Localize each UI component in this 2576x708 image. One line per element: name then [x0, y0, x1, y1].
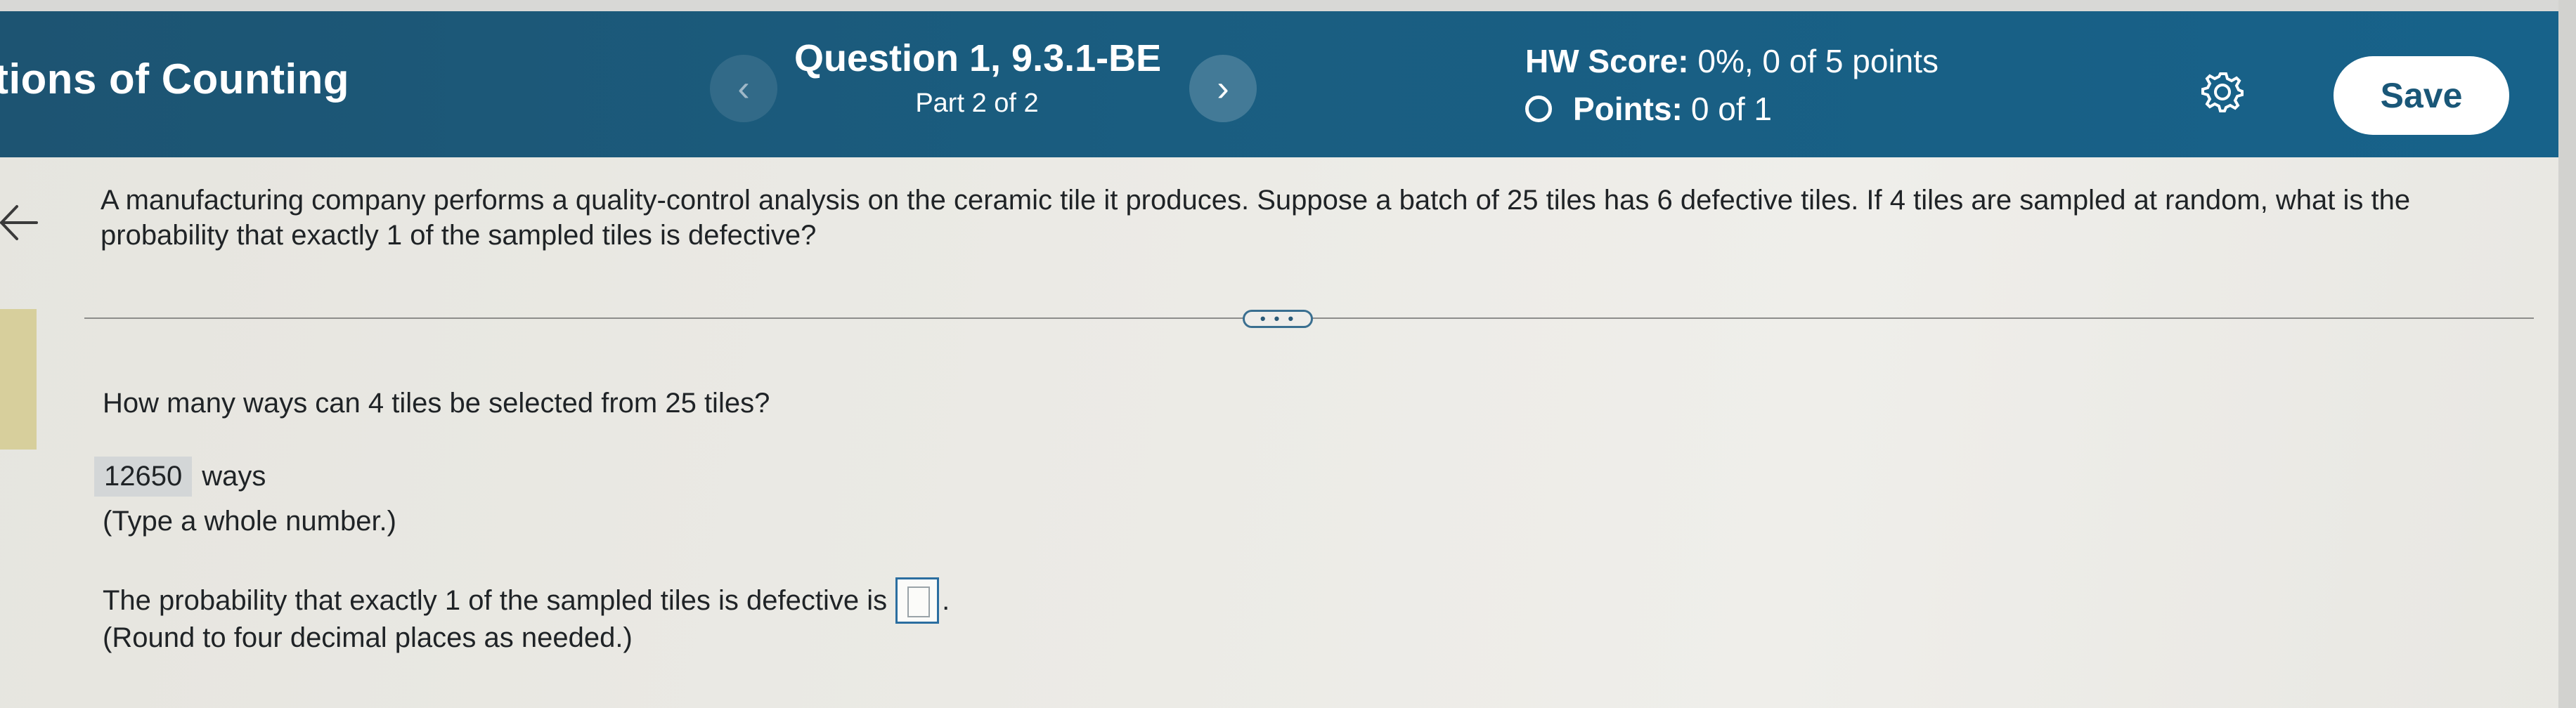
question-title: Question 1, 9.3.1-BE — [794, 37, 1162, 79]
points-status-icon — [1525, 96, 1552, 122]
chevron-left-icon: ‹ — [737, 68, 750, 109]
hw-score-value: 0%, 0 of 5 points — [1697, 43, 1939, 79]
top-strip — [0, 0, 2576, 11]
right-edge — [2558, 0, 2576, 708]
part2-suffix: . — [942, 584, 950, 616]
part1-answer-row: 12650 ways — [94, 457, 266, 497]
part2-hint: (Round to four decimal places as needed.… — [103, 622, 633, 653]
back-arrow-icon[interactable] — [0, 198, 45, 247]
points-value: 0 of 1 — [1690, 91, 1772, 127]
save-button[interactable]: Save — [2334, 56, 2509, 135]
part1-question: How many ways can 4 tiles be selected fr… — [103, 388, 770, 419]
next-question-button[interactable]: › — [1189, 55, 1257, 122]
hw-score-label: HW Score: — [1525, 43, 1689, 79]
expand-more-button[interactable]: • • • — [1243, 310, 1313, 328]
hw-score: HW Score: 0%, 0 of 5 points — [1525, 42, 1939, 80]
part1-answer-value: 12650 — [94, 457, 193, 497]
part2-question: The probability that exactly 1 of the sa… — [103, 584, 888, 616]
question-info: Question 1, 9.3.1-BE Part 2 of 2 — [794, 37, 1162, 119]
points-status: Points: 0 of 1 — [1525, 90, 1939, 128]
side-tab — [0, 309, 37, 450]
problem-statement: A manufacturing company performs a quali… — [101, 185, 2411, 251]
question-part: Part 2 of 2 — [915, 88, 1039, 118]
part2-question-row: The probability that exactly 1 of the sa… — [103, 577, 950, 624]
gear-icon[interactable] — [2201, 70, 2244, 112]
part1-answer-unit: ways — [202, 461, 266, 492]
points-label: Points: — [1573, 91, 1683, 127]
header-bar: tions of Counting ‹ Question 1, 9.3.1-BE… — [0, 11, 2558, 157]
part1-hint: (Type a whole number.) — [103, 506, 396, 537]
chapter-title: tions of Counting — [0, 55, 350, 103]
page: tions of Counting ‹ Question 1, 9.3.1-BE… — [0, 0, 2576, 708]
chevron-right-icon: › — [1217, 68, 1229, 109]
score-block: HW Score: 0%, 0 of 5 points Points: 0 of… — [1525, 42, 1939, 128]
previous-question-button[interactable]: ‹ — [710, 55, 777, 122]
probability-answer-input[interactable] — [895, 577, 940, 624]
